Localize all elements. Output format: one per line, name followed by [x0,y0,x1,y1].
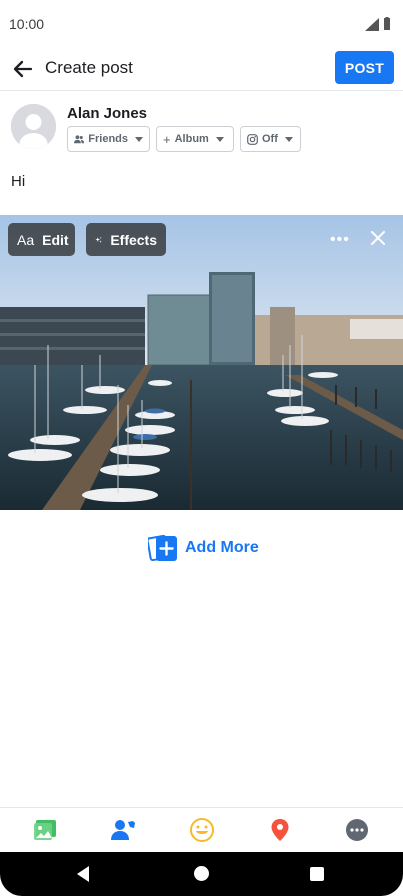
effects-label: Effects [110,231,157,248]
tag-people-icon [111,820,135,840]
instagram-icon [247,133,258,145]
sparkle-icon [95,236,102,243]
harbor-photo [0,215,403,510]
post-button[interactable]: POST [335,51,394,84]
effects-button[interactable]: Effects [86,223,166,256]
nav-back-icon[interactable] [77,866,89,882]
more-icon [346,819,368,841]
app-header: Create post POST [0,48,403,91]
photo-button[interactable] [33,817,59,843]
signal-icon [365,17,379,31]
status-time: 10:00 [9,16,45,32]
close-icon[interactable] [368,228,388,248]
chip-label-friends: Friends [88,133,128,145]
page-title: Create post [45,58,133,77]
nav-recents-icon[interactable] [310,867,324,881]
photo-icon [34,820,56,840]
feeling-icon [190,818,214,842]
audience-friends-chip[interactable]: Friends [67,126,150,152]
post-text-input[interactable]: Hi [11,173,25,190]
nav-home-icon[interactable] [194,866,209,881]
back-button[interactable] [8,54,38,84]
chip-label-off: Off [262,133,278,145]
system-nav-bar [0,852,403,896]
feeling-button[interactable] [189,817,215,843]
avatar[interactable] [11,104,56,149]
text-style-icon: Aa [17,231,35,248]
attached-photo[interactable]: Aa Edit Effects ••• [0,215,403,510]
location-button[interactable] [267,817,293,843]
user-name: Alan Jones [67,105,148,122]
instagram-chip[interactable]: Off [240,126,301,152]
chevron-down-icon [215,136,224,142]
status-icons [365,17,391,31]
tag-people-button[interactable] [111,817,137,843]
composer-toolbar [0,807,403,853]
edit-photo-button[interactable]: Aa Edit [8,223,75,256]
chevron-down-icon [284,136,293,142]
back-arrow-icon [13,60,33,78]
album-chip[interactable]: + Album [156,126,234,152]
more-options-icon[interactable]: ••• [330,231,350,249]
add-photo-icon [148,534,177,562]
battery-icon [384,17,390,30]
plus-icon: + [163,131,171,147]
location-icon [271,819,289,841]
friends-icon [74,135,85,144]
status-bar: 10:00 [0,0,403,48]
chevron-down-icon [135,136,143,142]
chip-label-album: Album [174,133,209,145]
edit-label: Edit [42,231,69,248]
more-button[interactable] [344,817,370,843]
add-more-button[interactable]: Add More [148,533,259,563]
default-avatar-icon [11,104,56,149]
add-more-label: Add More [185,539,259,556]
